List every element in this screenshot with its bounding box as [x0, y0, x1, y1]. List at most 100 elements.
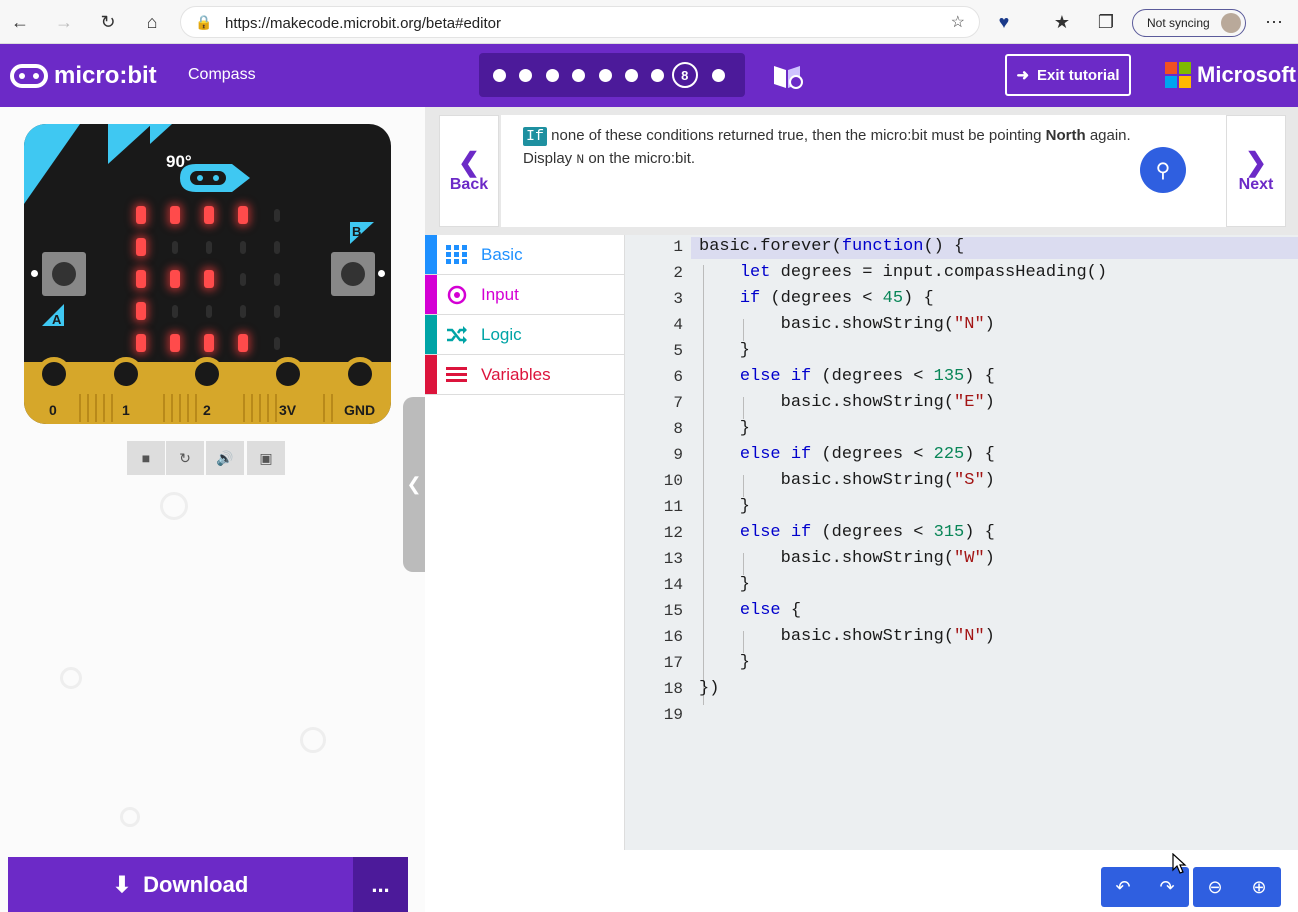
line-number: 8 — [673, 420, 683, 438]
line-number: 12 — [663, 524, 683, 542]
chevron-right-icon: ❯ — [1245, 147, 1267, 177]
list-icon — [446, 367, 467, 382]
code-line: else { — [739, 601, 802, 620]
pin-label: 3V — [279, 402, 297, 418]
line-number: 16 — [663, 628, 683, 646]
stop-icon[interactable]: ■ — [127, 441, 165, 475]
target-icon — [447, 285, 467, 305]
redo-icon[interactable]: ↷ — [1159, 877, 1174, 898]
toolbox-category-variables[interactable]: Variables — [425, 355, 624, 395]
step-dot[interactable] — [519, 68, 533, 82]
sign-out-icon: ➜ — [1016, 67, 1030, 84]
toolbox-category-input[interactable]: Input — [425, 275, 624, 315]
pin-0-hole[interactable] — [37, 357, 71, 391]
more-options-button[interactable]: ... — [353, 857, 408, 912]
step-dot[interactable] — [651, 68, 665, 82]
immersive-reader-icon[interactable] — [772, 62, 804, 90]
microbit-mark-icon — [10, 64, 48, 88]
code-editor[interactable]: 1 2 3 4 5 6 7 8 9 10 11 12 13 14 15 16 1… — [625, 235, 1298, 850]
code-line: } — [699, 497, 751, 516]
download-icon: ⬇ — [112, 871, 132, 897]
step-dot[interactable] — [598, 68, 612, 82]
fullscreen-icon[interactable]: ▣ — [247, 441, 285, 475]
led — [136, 302, 146, 320]
step-dot[interactable] — [624, 68, 638, 82]
app-header: micro:bit Compass 8 ➜ Exit tutorial Micr… — [0, 44, 1298, 107]
step-dot[interactable] — [572, 68, 586, 82]
tutorial-steps: 8 — [479, 53, 745, 97]
lightbulb-hint-icon[interactable]: ⚲ — [1140, 147, 1186, 193]
back-arrow-icon[interactable]: ← — [6, 8, 34, 36]
next-step-button[interactable]: ❯ Next — [1226, 115, 1286, 227]
heart-shield-icon[interactable]: ♥ — [990, 8, 1018, 36]
collections-icon[interactable]: ❐ — [1092, 8, 1120, 36]
back-label: Back — [449, 176, 489, 193]
undo-icon[interactable]: ↶ — [1115, 877, 1130, 898]
microbit-logo[interactable]: micro:bit — [10, 62, 157, 90]
category-label: Basic — [481, 245, 523, 264]
refresh-icon[interactable]: ↻ — [94, 8, 122, 36]
line-number: 1 — [673, 238, 683, 256]
code-line: basic.showString("W") — [699, 549, 995, 568]
address-bar[interactable]: 🔒 https://makecode.microbit.org/beta#edi… — [180, 6, 980, 38]
step-dot[interactable] — [493, 68, 506, 82]
button-b[interactable] — [331, 252, 375, 296]
line-number: 14 — [663, 576, 683, 594]
button-a[interactable] — [42, 252, 86, 296]
toolbox-category-basic[interactable]: Basic — [425, 235, 624, 275]
led — [238, 206, 248, 224]
more-menu-icon[interactable]: ⋯ — [1260, 8, 1288, 36]
exit-tutorial-button[interactable]: ➜ Exit tutorial — [1005, 54, 1131, 96]
mute-icon[interactable]: 🔊 — [206, 441, 244, 475]
code-line: basic.showString("E") — [699, 393, 995, 412]
code-line: else if (degrees < 315) { — [739, 523, 995, 542]
browser-toolbar: ← → ↻ ⌂ 🔒 https://makecode.microbit.org/… — [0, 0, 1298, 44]
code-line: if (degrees < 45) { — [739, 289, 934, 308]
code-line: basic.showString("N") — [699, 627, 995, 646]
category-label: Input — [481, 285, 519, 304]
line-number: 15 — [663, 602, 683, 620]
sync-button[interactable]: Not syncing — [1132, 9, 1246, 37]
code-line: let degrees = input.compassHeading() — [739, 263, 1108, 282]
home-icon[interactable]: ⌂ — [138, 8, 166, 36]
microsoft-logo[interactable]: Microsoft — [1165, 62, 1296, 88]
add-favorite-icon[interactable]: ☆ — [951, 12, 965, 32]
led — [172, 241, 178, 254]
led — [274, 337, 280, 350]
step-dot[interactable] — [711, 68, 725, 82]
step-dot[interactable] — [545, 68, 559, 82]
led — [240, 305, 246, 318]
restart-icon[interactable]: ↻ — [166, 441, 204, 475]
led — [274, 305, 280, 318]
zoom-out-icon[interactable]: ⊖ — [1207, 877, 1222, 898]
button-b-marker: B — [350, 222, 374, 244]
led — [136, 334, 146, 352]
microbit-face-icon — [180, 164, 250, 192]
zoom-in-icon[interactable]: ⊕ — [1251, 877, 1266, 898]
pin-3v-hole[interactable] — [271, 357, 305, 391]
chevron-left-icon: ❮ — [458, 147, 480, 177]
forward-arrow-icon[interactable]: → — [50, 8, 78, 36]
pin-label: GND — [344, 402, 376, 418]
toolbox: Basic Input Logic Variables — [425, 235, 625, 850]
favorites-icon[interactable]: ★ — [1048, 8, 1076, 36]
collapse-simulator-handle[interactable]: ❮ — [403, 397, 425, 572]
download-button[interactable]: ⬇ Download — [8, 857, 353, 912]
microbit-simulator[interactable]: 90° A B 0 1 2 3V GND — [24, 124, 391, 424]
hint-keyword: If — [523, 127, 548, 146]
pin-label: 2 — [203, 402, 211, 418]
microsoft-grid-icon — [1165, 62, 1191, 88]
pin-1-hole[interactable] — [109, 357, 143, 391]
back-step-button[interactable]: ❮ Back — [439, 115, 499, 227]
toolbox-category-logic[interactable]: Logic — [425, 315, 624, 355]
led — [170, 334, 180, 352]
pin-2-hole[interactable] — [190, 357, 224, 391]
pin-gnd-hole[interactable] — [343, 357, 377, 391]
line-number: 13 — [663, 550, 683, 568]
led — [136, 206, 146, 224]
code-line: } — [699, 419, 751, 438]
zoom-group: ⊖ ⊕ — [1193, 867, 1281, 907]
led — [204, 334, 214, 352]
current-step[interactable]: 8 — [671, 62, 698, 88]
line-number-gutter: 1 2 3 4 5 6 7 8 9 10 11 12 13 14 15 16 1… — [625, 235, 691, 850]
